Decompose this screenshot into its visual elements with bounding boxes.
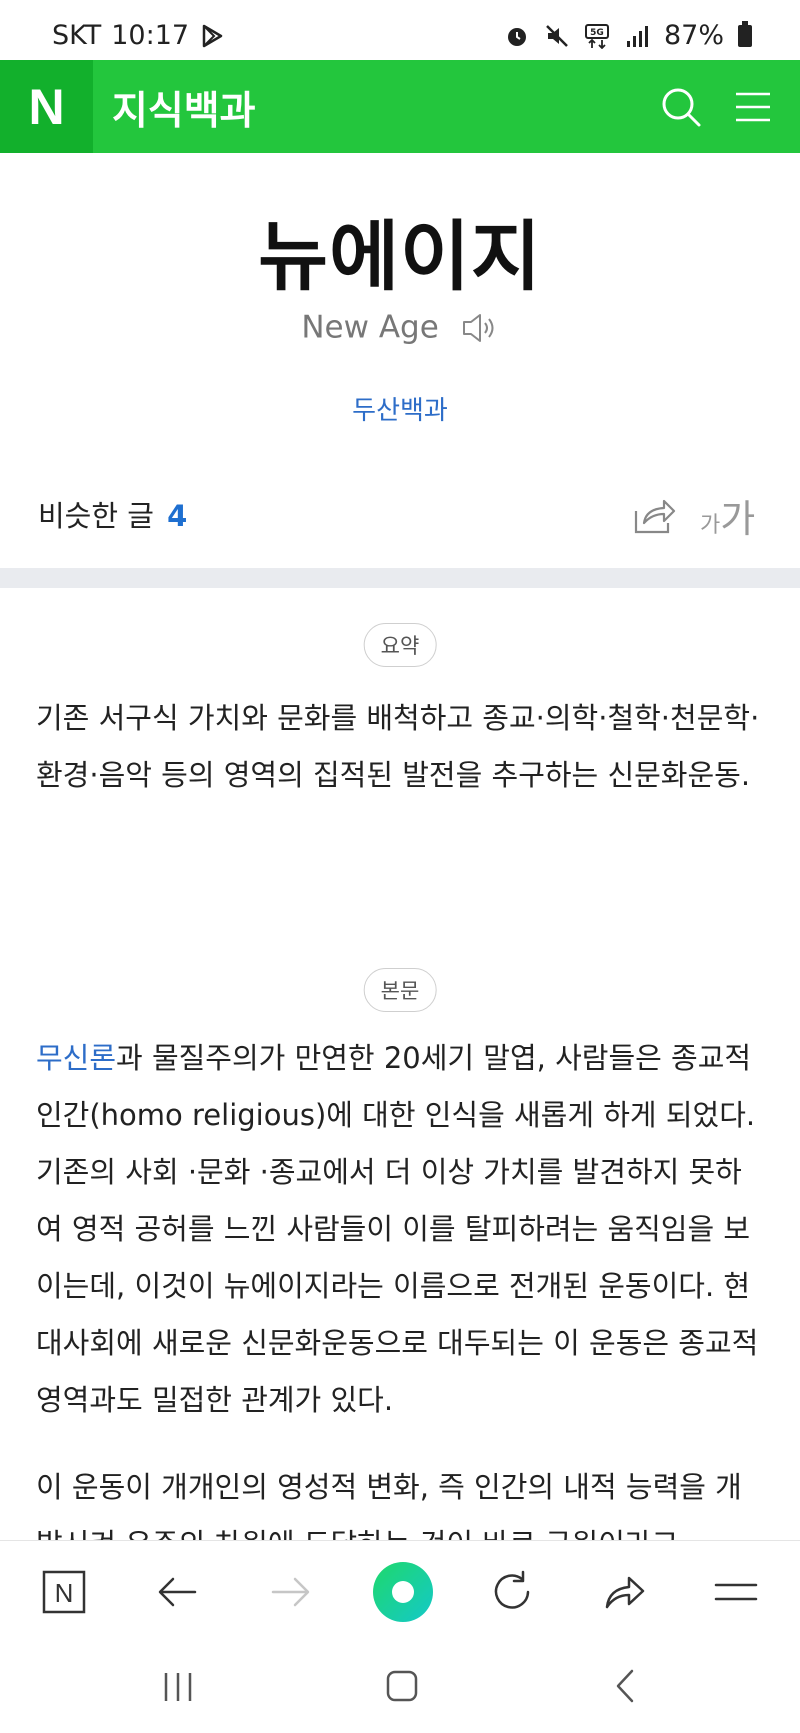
- font-size-button[interactable]: 가가: [700, 488, 755, 543]
- naver-logo[interactable]: N: [0, 60, 93, 153]
- similar-articles[interactable]: 비슷한 글 4: [38, 493, 187, 535]
- share-icon[interactable]: [632, 495, 676, 535]
- english-title: New Age: [301, 309, 439, 346]
- font-big-label: 가: [720, 497, 756, 541]
- summary-label: 요약: [363, 623, 437, 667]
- body-paragraph-1: 무신론과 물질주의가 만연한 20세기 말엽, 사람들은 종교적 인간(homo…: [36, 1030, 764, 1429]
- svg-text:5G: 5G: [590, 28, 604, 38]
- summary-text: 기존 서구식 가치와 문화를 배척하고 종교·의학·철학·천문학·환경·음악 등…: [36, 701, 760, 792]
- status-bar: SKT 10:17 5G 87%: [0, 0, 800, 60]
- mute-icon: [546, 24, 568, 47]
- status-left: SKT 10:17: [52, 20, 225, 51]
- share-page-button[interactable]: [598, 1566, 650, 1618]
- system-nav-bar: [0, 1643, 800, 1733]
- similar-label: 비슷한 글: [38, 499, 154, 533]
- share-arrow-icon: [605, 1576, 645, 1609]
- logo-letter: N: [28, 78, 65, 135]
- home-icon[interactable]: [378, 1665, 426, 1709]
- forward-button[interactable]: [264, 1566, 316, 1618]
- clock: 10:17: [111, 20, 190, 51]
- browser-menu-button[interactable]: [710, 1566, 762, 1618]
- back-button[interactable]: [152, 1566, 204, 1618]
- body-paragraph-1-text: 과 물질주의가 만연한 20세기 말엽, 사람들은 종교적 인간(homo re…: [36, 1041, 759, 1417]
- app-header: N 지식백과: [0, 60, 800, 153]
- body-label: 본문: [363, 968, 437, 1012]
- arrow-left-icon: [158, 1577, 197, 1607]
- atheism-link[interactable]: 무신론: [36, 1041, 116, 1075]
- body-paragraph-2: 이 운동이 개개인의 영성적 변화, 즉 인간의 내적 능력을 개발시켜 우주의…: [36, 1470, 742, 1540]
- green-dot-button[interactable]: [370, 1559, 436, 1625]
- browser-toolbar: N: [0, 1540, 800, 1644]
- section-divider: [0, 568, 800, 588]
- header-title[interactable]: 지식백과: [112, 80, 256, 136]
- alarm-icon: [507, 27, 526, 46]
- refresh-button[interactable]: [486, 1566, 538, 1618]
- search-icon[interactable]: [656, 82, 706, 132]
- refresh-icon: [494, 1570, 530, 1609]
- battery-icon: [738, 20, 752, 47]
- source-link[interactable]: 두산백과: [0, 390, 800, 427]
- signal-icon: [626, 25, 648, 47]
- hamburger-icon: [714, 1583, 758, 1601]
- menu-icon[interactable]: [728, 82, 778, 132]
- carrier: SKT: [52, 20, 102, 51]
- recent-apps-icon[interactable]: [154, 1665, 202, 1709]
- naver-home-button[interactable]: N: [38, 1566, 90, 1618]
- speaker-icon[interactable]: [461, 311, 499, 345]
- arrow-right-icon: [271, 1577, 310, 1607]
- naver-home-icon: N: [42, 1570, 86, 1614]
- similar-count: 4: [167, 499, 188, 533]
- status-right: 5G 87%: [504, 20, 752, 51]
- page-title: 뉴에이지: [258, 212, 542, 301]
- subtitle-row: New Age: [0, 308, 800, 346]
- green-dot-icon: [373, 1562, 433, 1622]
- font-small-label: 가: [700, 513, 721, 538]
- battery-percent: 87%: [663, 20, 724, 51]
- play-store-icon: [202, 24, 223, 47]
- system-back-icon[interactable]: [602, 1665, 650, 1709]
- 5g-data-icon: 5G: [584, 23, 609, 49]
- svg-text:N: N: [55, 1578, 74, 1608]
